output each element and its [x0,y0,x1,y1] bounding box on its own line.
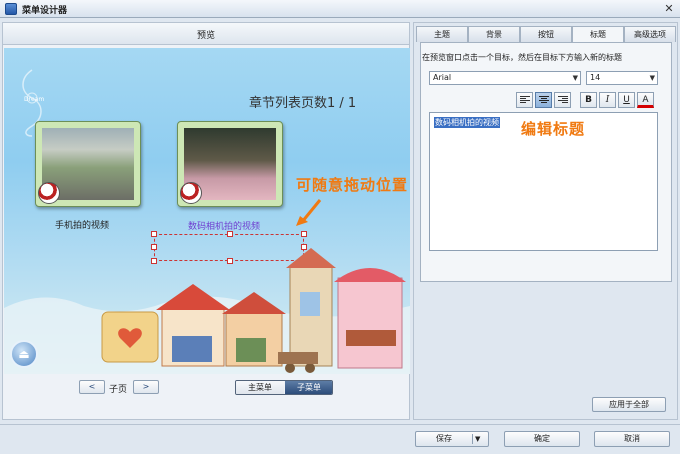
align-center-button[interactable] [535,92,552,108]
next-subpage-button[interactable]: > [133,380,159,394]
divider [472,434,473,444]
save-button[interactable]: 保存 ▼ [415,431,489,447]
drag-annotation: 可随意拖动位置 [296,176,409,194]
ghost-logo-text: Dream [24,96,45,103]
align-left-button[interactable] [516,92,533,108]
preview-stage[interactable]: Dream 章节列表页数1 / 1 手机拍的视频 数码相机拍的视频 可随意拖动位… [4,48,410,374]
chevron-down-icon[interactable]: ▼ [475,432,480,446]
footer-bar: 保存 ▼ 确定 取消 [0,424,680,454]
editor-selected-text[interactable]: 数码相机拍的视频 [434,117,500,128]
save-label: 保存 [436,434,452,443]
font-size-value: 14 [590,73,601,82]
tab-background[interactable]: 背景 [468,26,520,42]
text-color-button[interactable]: A [637,92,654,108]
thumbnail-caption-2[interactable]: 数码相机拍的视频 [188,219,260,232]
cancel-button[interactable]: 取消 [594,431,670,447]
chapter-counter: 章节列表页数1 / 1 [249,96,357,111]
thumbnail-2[interactable] [177,121,283,207]
font-family-value: Arial [433,73,452,82]
tab-advanced[interactable]: 高级选项 [624,26,676,42]
title-bar: 菜单设计器 ✕ [0,0,680,18]
window-title: 菜单设计器 [22,6,68,16]
bold-button[interactable]: B [580,92,597,108]
tab-theme[interactable]: 主题 [416,26,468,42]
preview-header-label: 预览 [196,31,215,41]
chevron-down-icon: ▼ [572,74,578,82]
italic-button[interactable]: I [599,92,616,108]
soccer-ball-icon [180,182,202,204]
tab-title[interactable]: 标题 [572,26,624,43]
thumbnail-caption-1[interactable]: 手机拍的视频 [55,218,109,231]
underline-button[interactable]: U [618,92,635,108]
chevron-down-icon: ▼ [649,74,655,82]
soccer-ball-icon [38,182,60,204]
expand-icon[interactable]: ⏏ [10,340,38,368]
fairy-tale-town-illustration [4,248,410,374]
subpage-label: 子页 [109,385,128,395]
align-center-icon [538,96,549,103]
font-size-select[interactable]: 14 ▼ [586,71,658,85]
thumbnail-1[interactable] [35,121,141,207]
close-icon[interactable]: ✕ [662,2,676,16]
preview-panel: 预览 Dream 章节列表页数1 / 1 手机拍的视频 数码相机拍的视频 可随意… [2,22,410,420]
main-menu-button[interactable]: 主菜单 [236,381,284,394]
arrow-icon [296,199,322,226]
edit-title-annotation: 编辑标题 [521,120,586,138]
align-right-button[interactable] [554,92,571,108]
tab-buttons[interactable]: 按钮 [520,26,572,42]
font-family-select[interactable]: Arial ▼ [429,71,581,85]
ok-button[interactable]: 确定 [504,431,580,447]
title-editor[interactable]: 数码相机拍的视频 编辑标题 [429,112,658,251]
sub-menu-button[interactable]: 子菜单 [285,381,332,394]
apply-to-all-button[interactable]: 应用于全部 [592,397,666,412]
tab-strip: 主题 背景 按钮 标题 高级选项 [416,26,676,43]
instruction-text: 在预览窗口点击一个目标，然后在目标下方输入新的标题 [422,53,622,62]
resize-handle[interactable] [301,231,307,237]
properties-panel: 主题 背景 按钮 标题 高级选项 在预览窗口点击一个目标，然后在目标下方输入新的… [413,22,678,420]
app-icon [5,3,17,15]
resize-handle[interactable] [151,231,157,237]
align-right-icon [557,96,568,103]
preview-header: 预览 [3,23,409,45]
prev-subpage-button[interactable]: < [79,380,105,394]
align-left-icon [519,96,530,103]
menu-toggle: 主菜单 子菜单 [235,380,333,395]
